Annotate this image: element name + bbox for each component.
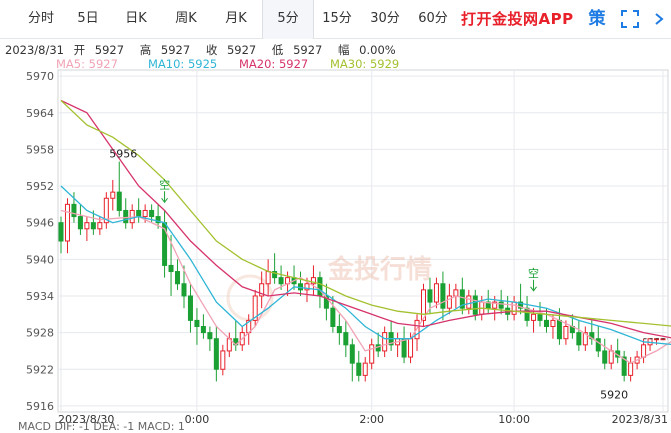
candle-body-9	[116, 191, 122, 211]
candle-body-32	[265, 271, 271, 285]
candle-body-2	[71, 203, 77, 218]
candle-body-73	[531, 313, 537, 321]
y-tick-5: 5946	[26, 217, 54, 230]
candle-body-1	[64, 203, 70, 242]
candle-body-13	[142, 209, 148, 218]
y-tick-4: 5940	[26, 253, 54, 266]
candle-body-40	[317, 277, 323, 297]
candle-body-48	[369, 344, 375, 364]
candle-body-24	[213, 338, 219, 370]
candle-body-70	[511, 301, 517, 315]
candle-body-53	[401, 338, 407, 358]
candle-body-74	[537, 313, 543, 321]
candle-body-77	[556, 319, 562, 340]
candle-body-43	[336, 326, 342, 334]
candle-body-19	[181, 283, 187, 297]
y-tick-3: 5934	[26, 290, 54, 303]
candle-body-63	[466, 295, 472, 309]
candle-body-76	[550, 319, 556, 327]
candle-body-85	[608, 350, 614, 364]
candle-body-12	[136, 209, 142, 218]
candle-body-6	[97, 222, 103, 230]
y-tick-0: 5916	[26, 400, 54, 413]
candle-body-57	[427, 289, 433, 303]
candle-body-21	[194, 319, 200, 327]
candle-body-17	[168, 264, 174, 273]
candle-body-84	[602, 350, 608, 364]
candle-body-75	[543, 319, 549, 327]
candle-body-5	[90, 222, 96, 230]
x-tick-4: 2023/8/31	[612, 413, 668, 426]
x-tick-2: 2:00	[359, 413, 384, 426]
y-tick-2: 5928	[26, 327, 54, 340]
y-tick-1: 5922	[26, 363, 54, 376]
candle-body-90	[641, 344, 647, 358]
candle-body-22	[200, 326, 206, 334]
candle-body-50	[382, 332, 388, 352]
candle-body-83	[595, 338, 601, 352]
candle-body-64	[472, 295, 478, 315]
candle-body-46	[356, 362, 362, 376]
signal-label-3: 空	[528, 266, 539, 280]
watermark-text: 金投行情	[327, 254, 432, 285]
y-tick-6: 5952	[26, 180, 54, 193]
signal-label-2: 空	[159, 177, 170, 191]
candle-body-34	[278, 277, 284, 285]
candle-body-54	[408, 338, 414, 358]
kline-chart[interactable]: 5916 5922 5928 5934 5940 5946 5952 5958 5964 5970…	[0, 0, 671, 428]
candle-body-23	[207, 332, 213, 340]
y-tick-7: 5958	[26, 143, 54, 156]
candle-body-4	[84, 222, 90, 230]
candle-body-25	[220, 350, 226, 370]
candle-body-45	[349, 344, 355, 364]
candle-body-47	[362, 362, 368, 376]
plot-frame	[57, 69, 669, 413]
y-tick-8: 5964	[26, 107, 54, 120]
candle-body-72	[524, 307, 530, 321]
low-label: 5920	[600, 388, 628, 401]
high-label: 5956	[109, 148, 137, 161]
candle-body-14	[149, 209, 155, 218]
candle-body-44	[343, 332, 349, 346]
candle-body-88	[628, 362, 634, 376]
x-tick-1: 0:00	[185, 413, 210, 426]
candle-body-68	[498, 301, 504, 309]
x-tick-3: 10:00	[498, 413, 530, 426]
candle-body-78	[563, 326, 569, 340]
macd-legend: MACD DIF: -1 DEA: -1 MACD: 1	[18, 420, 185, 433]
candle-body-20	[187, 295, 193, 321]
candle-body-58	[433, 283, 439, 303]
candle-body-10	[123, 209, 129, 224]
candle-body-42	[330, 307, 336, 327]
candle-body-3	[77, 216, 83, 230]
candle-body-18	[175, 271, 181, 285]
candle-body-8	[110, 191, 116, 199]
watermark-logo	[226, 274, 274, 322]
candle-body-80	[576, 332, 582, 346]
candle-body-0	[58, 222, 64, 242]
candle-body-59	[440, 283, 446, 309]
candle-body-61	[453, 289, 459, 297]
y-tick-9: 5970	[26, 70, 54, 83]
